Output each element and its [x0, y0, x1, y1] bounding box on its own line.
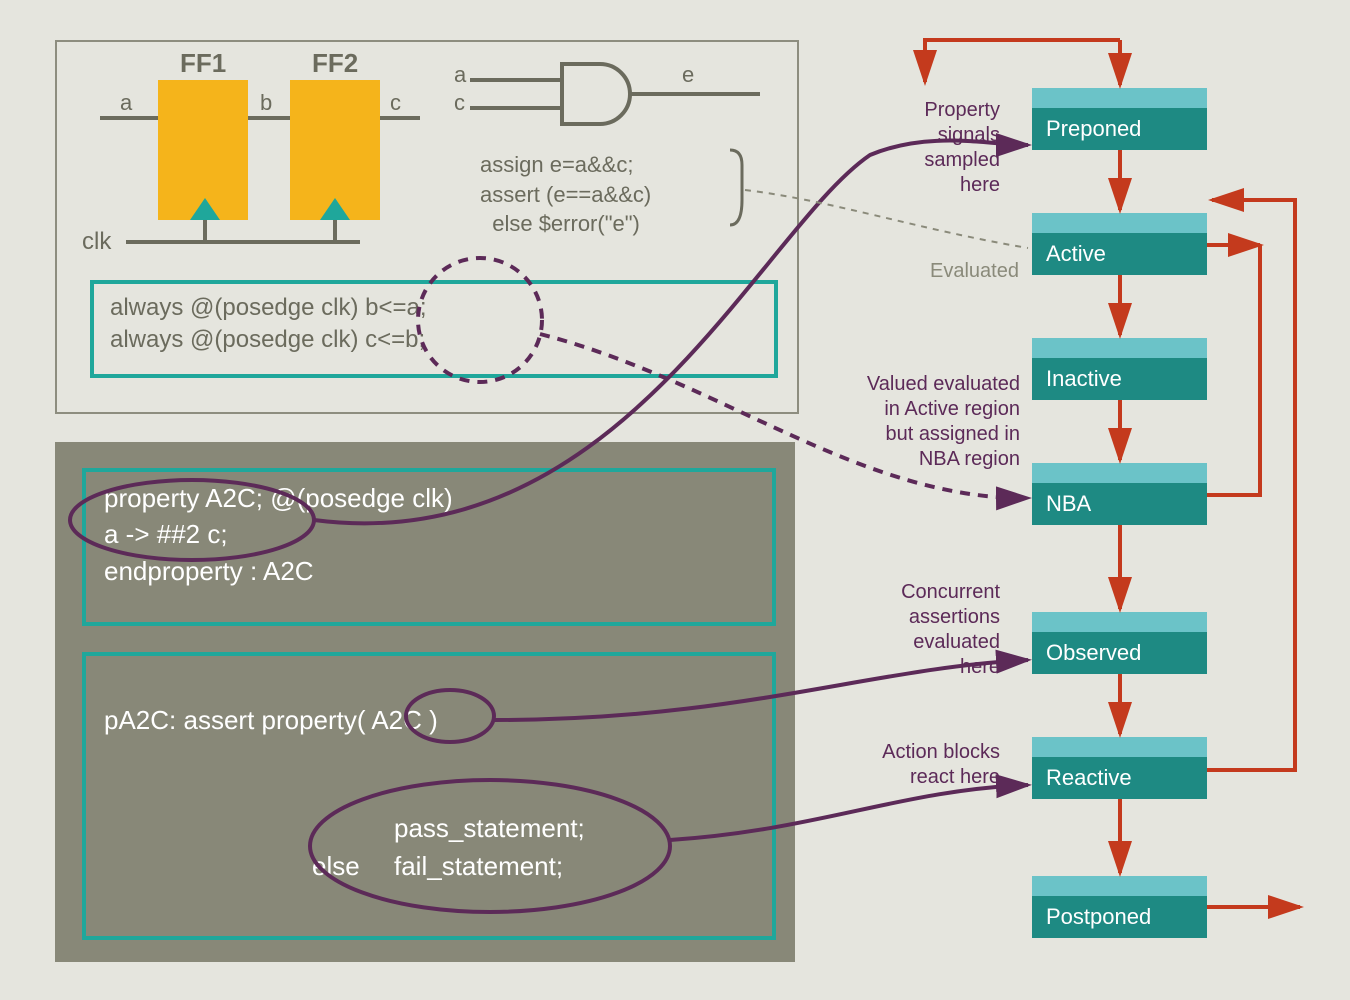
- region-inactive: Inactive: [1032, 338, 1207, 400]
- ff1-box: [158, 80, 248, 220]
- anno-observed: Concurrent assertions evaluated here: [860, 580, 1000, 680]
- ff1-label: FF1: [180, 48, 226, 79]
- region-observed-label: Observed: [1046, 640, 1141, 666]
- region-observed: Observed: [1032, 612, 1207, 674]
- assert-line1: pA2C: assert property( A2C ): [104, 702, 438, 738]
- anno-preponed: Property signals sampled here: [860, 98, 1000, 198]
- sig-clk: clk: [82, 228, 111, 256]
- region-preponed-label: Preponed: [1046, 116, 1141, 142]
- assert-else: else: [312, 848, 360, 884]
- assign-assert-code: assign e=a&&c; assert (e==a&&c) else $er…: [480, 150, 651, 239]
- and-e: e: [682, 62, 694, 88]
- ff2-label: FF2: [312, 48, 358, 79]
- assert-pass: pass_statement;: [394, 810, 585, 846]
- ff2-box: [290, 80, 380, 220]
- anno-nba: Valued evaluated in Active region but as…: [830, 372, 1020, 472]
- assert-codebox: [82, 652, 776, 940]
- region-inactive-label: Inactive: [1046, 366, 1122, 392]
- region-reactive: Reactive: [1032, 737, 1207, 799]
- property-code: property A2C; @(posedge clk) a -> ##2 c;…: [104, 480, 453, 589]
- region-reactive-label: Reactive: [1046, 765, 1132, 791]
- sig-c: c: [390, 90, 401, 116]
- region-nba: NBA: [1032, 463, 1207, 525]
- assert-fail: fail_statement;: [394, 848, 563, 884]
- always-code: always @(posedge clk) b<=a; always @(pos…: [110, 292, 427, 357]
- and-c: c: [454, 90, 465, 116]
- and-a: a: [454, 62, 466, 88]
- region-nba-label: NBA: [1046, 491, 1091, 517]
- sig-b: b: [260, 90, 272, 116]
- region-postponed: Postponed: [1032, 876, 1207, 938]
- region-postponed-label: Postponed: [1046, 904, 1151, 930]
- region-preponed: Preponed: [1032, 88, 1207, 150]
- anno-reactive: Action blocks react here: [850, 740, 1000, 790]
- anno-evaluated: Evaluated: [930, 260, 1019, 283]
- region-active-label: Active: [1046, 241, 1106, 267]
- sig-a: a: [120, 90, 132, 116]
- region-active: Active: [1032, 213, 1207, 275]
